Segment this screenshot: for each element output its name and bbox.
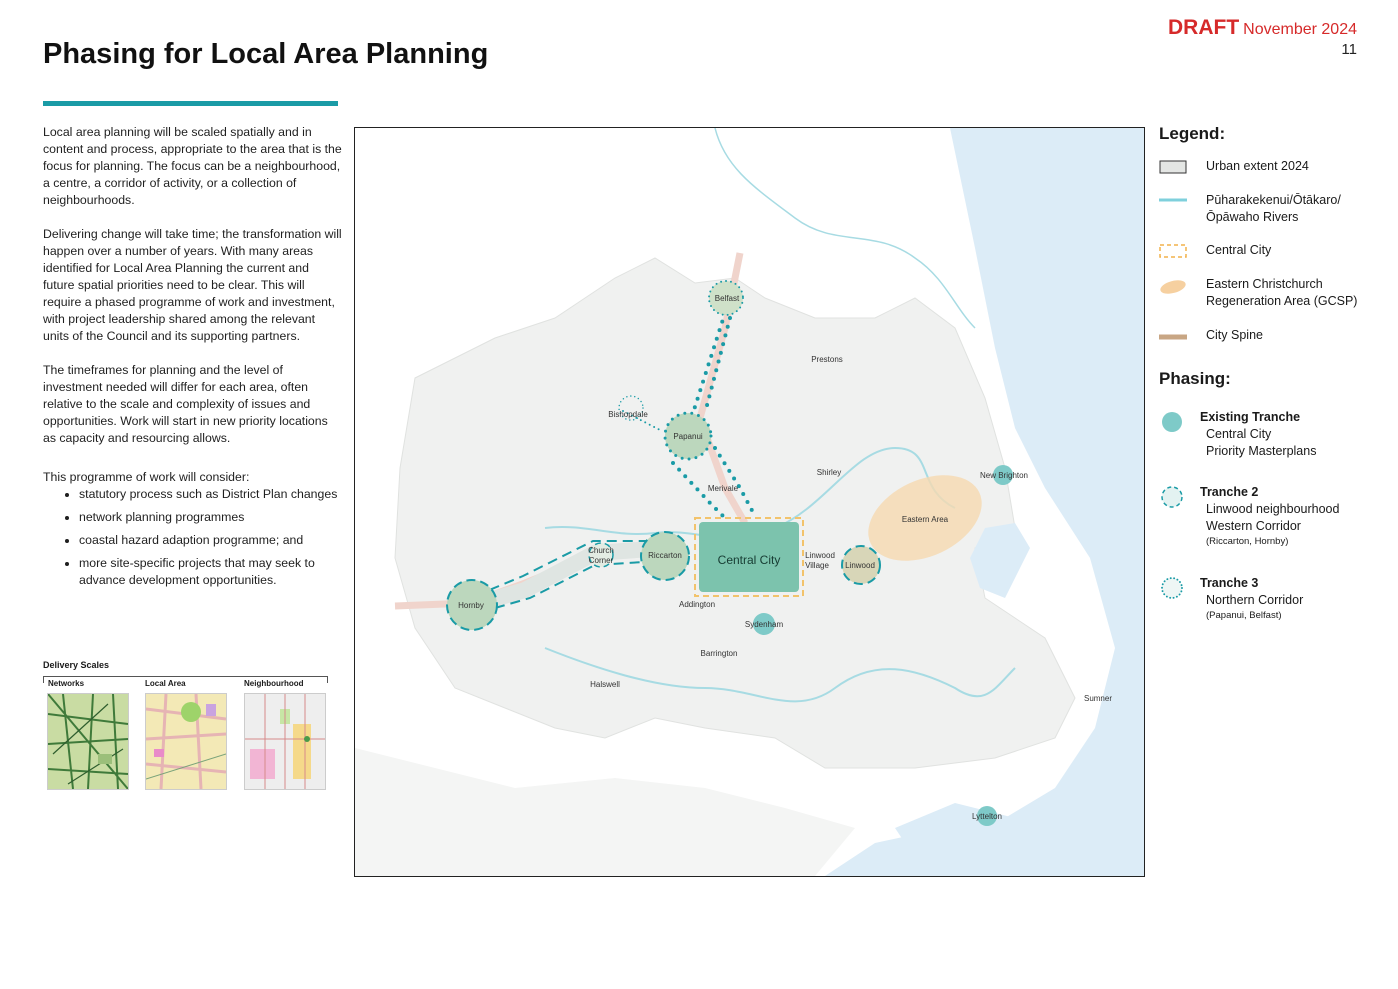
phasing-existing-tranche: Existing Tranche Central City Priority M…: [1159, 409, 1389, 484]
label-addington: Addington: [679, 600, 715, 609]
page-title: Phasing for Local Area Planning: [43, 38, 489, 70]
phasing-name: Existing Tranche: [1200, 410, 1301, 424]
river-line-icon: [1159, 198, 1187, 202]
tranche-3-icon: [1161, 577, 1183, 599]
legend-item-urban-extent: Urban extent 2024: [1159, 158, 1389, 192]
paragraph-1: Local area planning will be scaled spati…: [43, 125, 342, 207]
paragraph-2: Delivering change will take time; the tr…: [43, 227, 342, 343]
phasing-tranche-2: Tranche 2 Linwood neighbourhood Western …: [1159, 484, 1389, 575]
central-city-label: Central City: [718, 553, 781, 567]
considerations-list: statutory process such as District Plan …: [43, 486, 343, 589]
label-barrington: Barrington: [701, 649, 738, 658]
label-shirley: Shirley: [817, 468, 841, 477]
phasing-name: Tranche 3: [1200, 576, 1259, 590]
phasing-name: Tranche 2: [1200, 485, 1259, 499]
list-item: statutory process such as District Plan …: [79, 486, 343, 503]
phasing-line: Linwood neighbourhood: [1206, 502, 1340, 516]
legend-label: City Spine: [1206, 328, 1263, 342]
list-item: more site-specific projects that may see…: [79, 555, 343, 589]
legend-item-city-spine: City Spine: [1159, 327, 1389, 369]
networks-thumbnail: [47, 693, 129, 790]
tan-line-icon: [1159, 334, 1187, 340]
dashed-orange-box-icon: [1159, 244, 1187, 258]
port-hills: [355, 748, 855, 876]
delivery-scales: Delivery Scales Networks Local Area Neig…: [43, 660, 328, 793]
draft-stamp: DRAFT November 2024: [1168, 16, 1357, 40]
label-lyttelton: Lyttelton: [972, 812, 1002, 821]
scale-label-neighbourhood: Neighbourhood: [242, 679, 306, 688]
phasing-line: Western Corridor: [1206, 519, 1301, 533]
label-new-brighton: New Brighton: [980, 471, 1028, 480]
phasing-note: (Papanui, Belfast): [1206, 610, 1282, 621]
label-sydenham: Sydenham: [745, 620, 784, 629]
label-merivale: Merivale: [708, 484, 739, 493]
scale-label-networks: Networks: [46, 679, 87, 688]
orange-blob-icon: [1160, 280, 1186, 294]
label-prestons: Prestons: [811, 355, 843, 364]
label-linwood-village-2: Village: [805, 561, 829, 570]
delivery-scales-title: Delivery Scales: [43, 660, 110, 670]
label-hornby: Hornby: [458, 601, 484, 610]
phasing-line: Northern Corridor: [1206, 593, 1304, 607]
legend-label: Urban extent 2024: [1206, 159, 1309, 173]
urban-extent-swatch-icon: [1159, 160, 1187, 174]
label-linwood: Linwood: [845, 561, 875, 570]
existing-tranche-icon: [1162, 412, 1182, 432]
body-text: Local area planning will be scaled spati…: [43, 124, 343, 595]
legend: Legend: Urban extent 2024 Pūharakekenui/…: [1159, 124, 1389, 635]
legend-item-eastern-area: Eastern Christchurch Regeneration Area (…: [1159, 276, 1389, 327]
local-area-thumbnail: [145, 693, 227, 790]
phasing-title: Phasing:: [1159, 369, 1231, 388]
phasing-map: Central City Belfast Prestons Bishopdale…: [354, 127, 1145, 877]
page-number: 11: [1341, 41, 1357, 58]
legend-title: Legend:: [1159, 124, 1226, 143]
list-item: coastal hazard adaption programme; and: [79, 532, 343, 549]
neighbourhood-thumbnail: [244, 693, 326, 790]
label-linwood-village-1: Linwood: [805, 551, 835, 560]
paragraph-3: The timeframes for planning and the leve…: [43, 363, 328, 445]
phasing-line: Central City: [1206, 427, 1272, 441]
phasing-tranche-3: Tranche 3 Northern Corridor (Papanui, Be…: [1159, 575, 1389, 635]
label-papanui: Papanui: [673, 432, 703, 441]
legend-item-rivers: Pūharakekenui/Ōtākaro/ Ōpāwaho Rivers: [1159, 192, 1389, 242]
label-church-corner-2: Corner: [589, 556, 614, 565]
label-halswell: Halswell: [590, 680, 620, 689]
label-sumner: Sumner: [1084, 694, 1112, 703]
label-eastern-area: Eastern Area: [902, 515, 949, 524]
draft-label: DRAFT: [1168, 16, 1240, 39]
legend-item-central-city: Central City: [1159, 242, 1389, 276]
title-underline: [43, 101, 338, 106]
list-item: network planning programmes: [79, 509, 343, 526]
label-riccarton: Riccarton: [648, 551, 682, 560]
legend-label: Pūharakekenui/Ōtākaro/ Ōpāwaho Rivers: [1206, 193, 1341, 224]
label-church-corner-1: Church: [588, 546, 614, 555]
paragraph-4: This programme of work will consider:: [43, 470, 250, 484]
label-belfast: Belfast: [715, 294, 740, 303]
legend-label: Central City: [1206, 243, 1272, 257]
phasing-note: (Riccarton, Hornby): [1206, 536, 1289, 547]
draft-date: November 2024: [1243, 21, 1357, 38]
scale-label-local-area: Local Area: [143, 679, 188, 688]
tranche-2-icon: [1161, 486, 1183, 508]
label-bishopdale: Bishopdale: [608, 410, 648, 419]
legend-label: Eastern Christchurch Regeneration Area (…: [1206, 277, 1358, 308]
phasing-line: Priority Masterplans: [1206, 444, 1317, 458]
